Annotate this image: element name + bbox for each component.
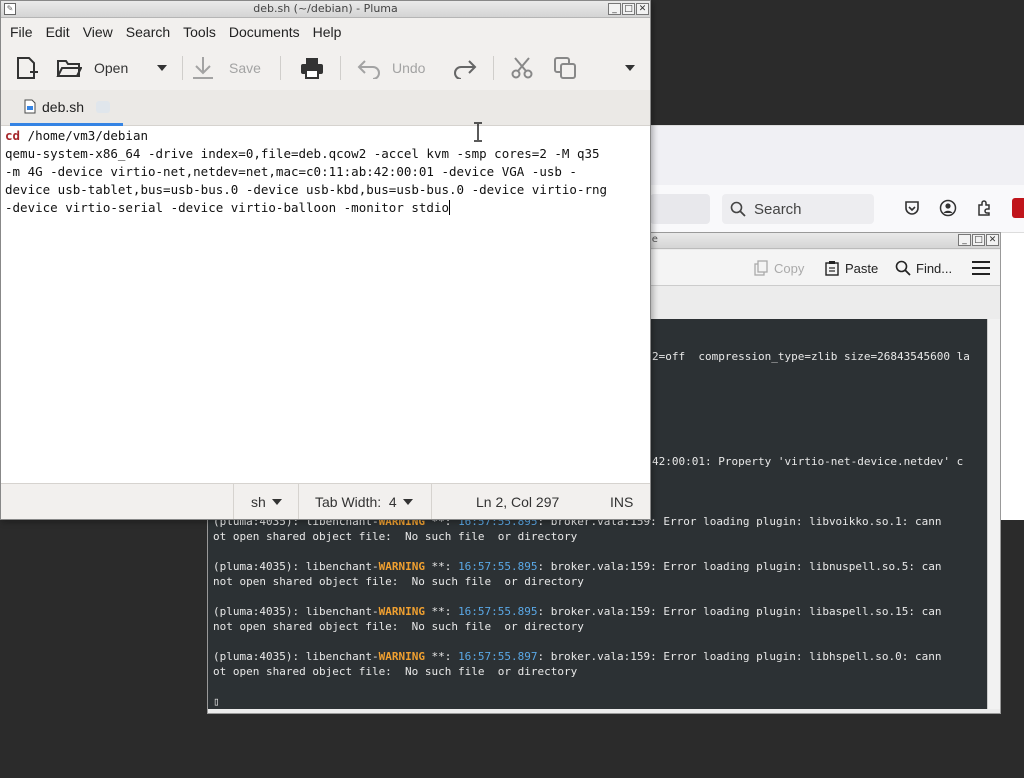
search-placeholder: Search xyxy=(754,200,802,218)
maximize-icon[interactable]: □ xyxy=(622,3,635,15)
pocket-icon[interactable] xyxy=(902,199,922,219)
menu-tools[interactable]: Tools xyxy=(178,24,221,40)
minimize-icon[interactable]: _ xyxy=(608,3,621,15)
redo-icon xyxy=(454,60,477,79)
copy-button[interactable]: Copy xyxy=(753,258,804,278)
toolbar: Open Save Undo xyxy=(1,46,650,90)
new-document-button[interactable] xyxy=(14,54,40,82)
terminal-scrollbar[interactable] xyxy=(987,319,1000,709)
download-icon xyxy=(193,57,213,79)
chevron-down-icon xyxy=(271,498,282,505)
chevron-down-icon xyxy=(402,498,413,505)
copy-button[interactable] xyxy=(553,54,577,82)
menu-file[interactable]: File xyxy=(5,24,38,40)
insert-mode: INS xyxy=(610,493,634,510)
ublock-icon[interactable] xyxy=(1012,198,1024,218)
open-recent-dropdown[interactable] xyxy=(157,54,167,82)
window-titlebar[interactable]: ✎ deb.sh (~/debian) - Pluma _ □ ✕ xyxy=(1,1,650,18)
desktop-background xyxy=(0,520,160,778)
ibeam-cursor-icon xyxy=(474,122,482,142)
browser-tab-strip xyxy=(650,125,1024,185)
terminal-line: not open shared object file: No such fil… xyxy=(213,575,584,588)
search-icon xyxy=(895,260,911,276)
cursor-position: Ln 2, Col 297 xyxy=(476,493,560,510)
chevron-down-icon xyxy=(157,65,167,71)
close-icon[interactable]: ✕ xyxy=(636,3,649,15)
browser-url-bar[interactable] xyxy=(650,194,710,224)
print-button[interactable] xyxy=(299,54,325,82)
menu-documents[interactable]: Documents xyxy=(224,24,305,40)
document-tabs: deb.sh xyxy=(1,90,650,126)
terminal-line: (pluma:4035): libenchant-WARNING **: 16:… xyxy=(213,605,942,618)
copy-icon xyxy=(754,260,768,276)
menu-search[interactable]: Search xyxy=(121,24,175,40)
open-button[interactable]: Open xyxy=(56,54,128,82)
hamburger-menu-icon[interactable] xyxy=(972,258,990,278)
editor-line: qemu-system-x86_64 -drive index=0,file=d… xyxy=(5,146,600,161)
browser-search-box[interactable]: Search xyxy=(722,194,874,224)
language-selector[interactable]: sh xyxy=(251,484,282,519)
close-icon[interactable]: ✕ xyxy=(986,234,999,246)
maximize-icon[interactable]: □ xyxy=(972,234,985,246)
tab-close-button[interactable] xyxy=(96,101,110,113)
minimize-icon[interactable]: _ xyxy=(958,234,971,246)
menu-bar: File Edit View Search Tools Documents He… xyxy=(1,18,650,46)
terminal-line: ot open shared object file: No such file… xyxy=(213,530,578,543)
terminal-line: not open shared object file: No such fil… xyxy=(213,620,584,633)
account-icon[interactable] xyxy=(938,199,958,219)
status-bar: sh Tab Width: 4 Ln 2, Col 297 INS xyxy=(1,483,650,519)
terminal-cursor: ▯ xyxy=(213,695,220,708)
terminal-line: (pluma:4035): libenchant-WARNING **: 16:… xyxy=(213,560,942,573)
menu-help[interactable]: Help xyxy=(308,24,347,40)
file-icon xyxy=(24,99,36,114)
undo-icon xyxy=(357,60,380,79)
extensions-icon[interactable] xyxy=(974,199,994,219)
terminal-line: (pluma:4035): libenchant-WARNING **: 16:… xyxy=(213,650,942,663)
paste-button[interactable]: Paste xyxy=(824,258,878,278)
menu-edit[interactable]: Edit xyxy=(41,24,75,40)
terminal-line: ot open shared object file: No such file… xyxy=(213,665,578,678)
text-editor[interactable]: cd /home/vm3/debian qemu-system-x86_64 -… xyxy=(1,126,650,483)
editor-line: -m 4G -device virtio-net,netdev=net,mac=… xyxy=(5,164,577,179)
redo-button[interactable] xyxy=(452,54,478,82)
cut-button[interactable] xyxy=(510,54,534,82)
tab-width-selector[interactable]: Tab Width: 4 xyxy=(315,484,413,519)
chevron-down-icon xyxy=(625,65,635,71)
editor-line: cd /home/vm3/debian xyxy=(5,128,148,143)
menu-view[interactable]: View xyxy=(78,24,118,40)
save-button[interactable]: Save xyxy=(191,54,261,82)
search-icon xyxy=(730,201,746,217)
editor-line: -device virtio-serial -device virtio-bal… xyxy=(5,200,451,215)
copy-icon xyxy=(554,57,576,79)
folder-open-icon xyxy=(56,60,82,77)
toolbar-overflow-button[interactable] xyxy=(625,54,635,82)
editor-keyword: cd xyxy=(5,128,21,143)
new-document-icon xyxy=(17,57,38,79)
paste-icon xyxy=(825,261,839,276)
editor-line: device usb-tablet,bus=usb-bus.0 -device … xyxy=(5,182,608,197)
scissors-icon xyxy=(511,57,533,79)
undo-button[interactable]: Undo xyxy=(356,54,425,82)
find-button[interactable]: Find... xyxy=(895,258,952,278)
pluma-window: ✎ deb.sh (~/debian) - Pluma _ □ ✕ File E… xyxy=(0,0,651,520)
window-title: deb.sh (~/debian) - Pluma xyxy=(253,2,398,15)
printer-icon xyxy=(301,58,323,79)
text-cursor xyxy=(449,200,451,215)
